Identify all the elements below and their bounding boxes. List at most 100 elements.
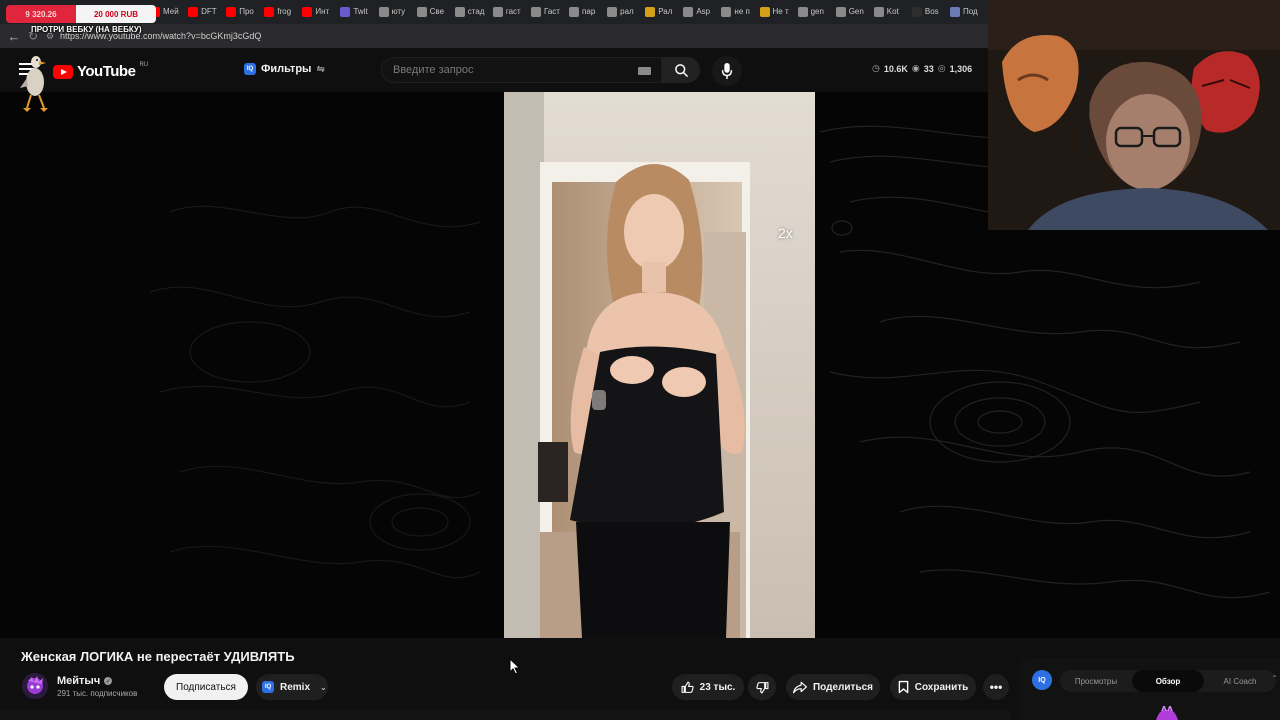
tab-favicon-icon	[569, 6, 580, 17]
browser-tab[interactable]: gen	[797, 4, 836, 19]
browser-tab[interactable]: Гаст	[530, 4, 569, 19]
tab-label: Kot	[886, 7, 899, 16]
tab-label: Не т	[772, 7, 789, 16]
tab-favicon-icon	[949, 6, 960, 17]
browser-tab[interactable]: Све	[416, 4, 455, 19]
iq-extension-icon: IQ	[244, 63, 256, 75]
panel-tab[interactable]: AI Coach	[1204, 670, 1276, 692]
thumbs-down-icon	[755, 681, 768, 693]
tab-label: Инт	[315, 7, 330, 16]
iq-panel-icon[interactable]: IQ	[1032, 670, 1052, 690]
panel-tab[interactable]: Просмотры	[1060, 670, 1132, 692]
tab-favicon-icon	[607, 6, 618, 17]
like-button[interactable]: 23 тыс.	[672, 674, 744, 700]
share-button[interactable]: Поделиться	[786, 674, 880, 700]
browser-tab[interactable]: не п	[721, 4, 759, 19]
tab-label: Рал	[658, 7, 673, 16]
browser-tab[interactable]: рал	[607, 4, 645, 19]
subscribe-button[interactable]: Подписаться	[164, 674, 248, 700]
tab-favicon-icon	[454, 6, 465, 17]
save-button[interactable]: Сохранить	[890, 674, 976, 700]
tab-label: Gen	[848, 7, 864, 16]
browser-tab[interactable]: DFT	[188, 4, 226, 19]
remix-button[interactable]: IQ Remix ⌄	[256, 674, 328, 700]
browser-tab[interactable]: Asp	[683, 4, 721, 19]
browser-tab[interactable]: юту	[378, 4, 417, 19]
tab-label: Twit	[353, 7, 368, 16]
video-stats: ◷ 10.6K ◉ 33 ◎ 1,306	[872, 63, 972, 74]
extension-side-panel: IQ Просмотры Обзор AI Coach ⌃	[1020, 658, 1280, 720]
browser-tab[interactable]: Bos	[911, 4, 950, 19]
channel-avatar[interactable]	[22, 673, 48, 699]
browser-tab[interactable]: Рал	[645, 4, 683, 19]
browser-tab[interactable]: гаст	[492, 4, 531, 19]
keyboard-icon[interactable]	[638, 67, 651, 75]
tab-label: Гаст	[543, 7, 560, 16]
tab-favicon-icon	[416, 6, 427, 17]
tab-favicon-icon	[759, 6, 770, 17]
tab-label: Asp	[696, 7, 711, 16]
share-icon	[792, 681, 807, 693]
more-actions-button[interactable]: •••	[983, 674, 1009, 700]
purple-creature-icon	[1156, 706, 1178, 720]
youtube-play-icon	[53, 64, 73, 79]
browser-tab[interactable]: Kot	[873, 4, 912, 19]
donation-goal: 20 000 RUB	[76, 5, 156, 23]
chevron-up-icon[interactable]: ⌃	[1271, 674, 1278, 683]
webcam-image	[988, 0, 1280, 230]
browser-tab[interactable]: стад	[454, 4, 493, 19]
browser-tab[interactable]: frog	[264, 4, 302, 19]
video-title: Женская ЛОГИКА не перестаёт УДИВЛЯТЬ	[21, 649, 295, 664]
share-label: Поделиться	[812, 681, 873, 693]
tab-favicon-icon	[226, 6, 237, 17]
save-label: Сохранить	[914, 681, 969, 693]
tab-favicon-icon	[911, 6, 922, 17]
video-frame[interactable]	[504, 92, 815, 638]
youtube-logo-text: YouTube	[77, 63, 136, 80]
browser-tab[interactable]: Gen	[835, 4, 874, 19]
tab-label: frog	[277, 7, 292, 16]
browser-tab[interactable]: Под	[949, 4, 988, 19]
browser-tab[interactable]: Инт	[302, 4, 340, 19]
tab-label: gen	[810, 7, 824, 16]
tab-favicon-icon	[302, 6, 313, 17]
tab-favicon-icon	[721, 6, 732, 17]
views-count: 10.6K	[883, 63, 908, 74]
remix-label: Remix	[280, 681, 311, 693]
more-horizontal-icon: •••	[989, 680, 1003, 694]
playback-speed-indicator: 2x	[778, 225, 793, 241]
eye-outline-icon: ◎	[937, 63, 946, 73]
tab-label: Мей	[163, 7, 179, 16]
browser-tab[interactable]: Twit	[340, 4, 378, 19]
browser-tab[interactable]: Не т	[759, 4, 798, 19]
youtube-logo[interactable]: YouTube RU	[53, 61, 149, 80]
other-count: 1,306	[949, 63, 973, 74]
channel-name-link[interactable]: Мейтыч ✓	[57, 675, 113, 687]
tab-favicon-icon	[873, 6, 884, 17]
tab-label: гаст	[505, 7, 521, 16]
mouse-cursor-icon	[509, 658, 521, 675]
search-button[interactable]	[662, 57, 700, 83]
browser-tab-bar: 9 320.26 20 000 RUB Мей DFT Про frog Инт Twit…	[0, 0, 988, 24]
tab-favicon-icon	[530, 6, 541, 17]
tab-favicon-icon	[683, 6, 694, 17]
search-input[interactable]	[393, 64, 623, 76]
tab-favicon-icon	[492, 6, 503, 17]
browser-tab[interactable]: пар	[569, 4, 607, 19]
panel-tab-switcher: Просмотры Обзор AI Coach	[1060, 670, 1276, 692]
iq-extension-icon: IQ	[262, 681, 274, 693]
region-code: RU	[139, 61, 149, 68]
back-arrow-icon[interactable]: ←	[4, 29, 24, 44]
donation-goal-bar: 9 320.26 20 000 RUB	[6, 5, 156, 23]
panel-tab[interactable]: Обзор	[1132, 670, 1204, 692]
browser-tab[interactable]: Про	[226, 4, 264, 19]
tab-favicon-icon	[340, 6, 351, 17]
dislike-button[interactable]	[748, 674, 776, 700]
video-content-image	[504, 92, 815, 638]
watching-count: 33	[923, 63, 934, 74]
chevron-down-icon: ⌄	[320, 682, 327, 692]
goose-mascot-sticker	[20, 56, 48, 112]
voice-search-button[interactable]	[712, 56, 742, 86]
filters-button[interactable]: IQ Фильтры ⇋	[244, 63, 325, 75]
thumbs-up-icon	[681, 681, 694, 693]
